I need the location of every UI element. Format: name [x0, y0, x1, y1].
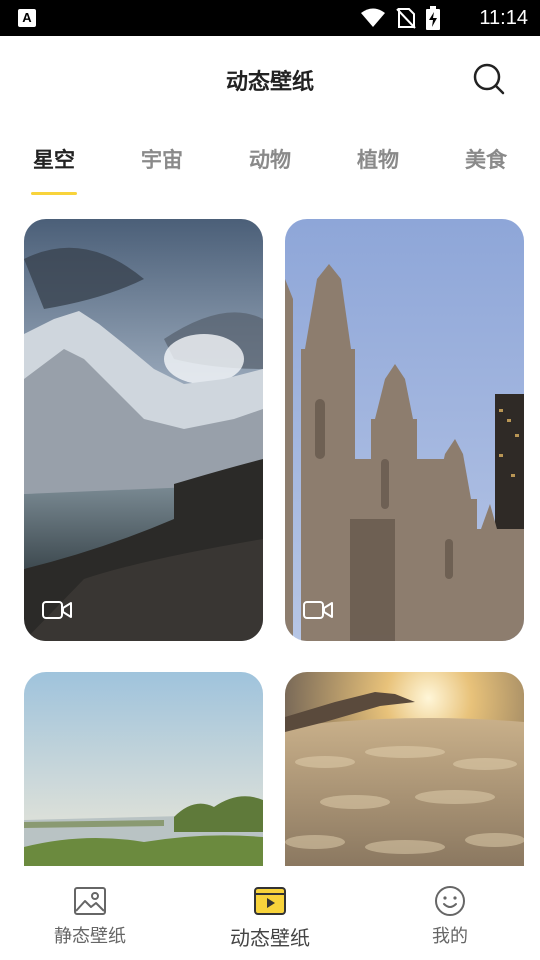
nav-label: 动态壁纸 [230, 926, 310, 950]
wallpaper-thumbnail [285, 219, 524, 641]
video-camera-icon [42, 601, 72, 619]
wallpaper-card[interactable] [24, 219, 263, 641]
app-notification-icon: A [18, 9, 36, 27]
nav-mine[interactable]: 我的 [390, 884, 510, 948]
battery-charging-icon [426, 6, 440, 30]
wallpaper-card[interactable] [285, 219, 524, 641]
video-camera-icon [303, 601, 333, 619]
wallpaper-thumbnail [24, 219, 263, 641]
no-sim-icon [396, 8, 416, 29]
status-bar: A 11:14 [0, 0, 540, 36]
status-time: 11:14 [479, 7, 528, 29]
active-tab-indicator [31, 192, 77, 195]
tab-food[interactable]: 美食 [451, 144, 521, 174]
bottom-navigation: 静态壁纸 动态壁纸 我的 [0, 866, 540, 960]
tab-universe[interactable]: 宇宙 [127, 144, 197, 174]
wifi-icon [361, 8, 385, 27]
tab-plants[interactable]: 植物 [343, 144, 413, 174]
tab-starry-sky[interactable]: 星空 [19, 144, 89, 174]
smile-face-icon [435, 886, 465, 916]
search-icon[interactable] [472, 62, 506, 96]
status-icons [360, 6, 440, 30]
nav-label: 我的 [432, 926, 468, 947]
nav-live-wallpaper[interactable]: 动态壁纸 [210, 884, 330, 951]
category-tabs: 星空 宇宙 动物 植物 美食 [0, 124, 540, 200]
header: 动态壁纸 [0, 36, 540, 124]
video-play-icon [254, 887, 286, 915]
image-icon [74, 887, 106, 915]
tab-animals[interactable]: 动物 [235, 144, 305, 174]
page-title: 动态壁纸 [225, 70, 314, 95]
nav-static-wallpaper[interactable]: 静态壁纸 [30, 884, 150, 948]
nav-label: 静态壁纸 [54, 926, 126, 947]
